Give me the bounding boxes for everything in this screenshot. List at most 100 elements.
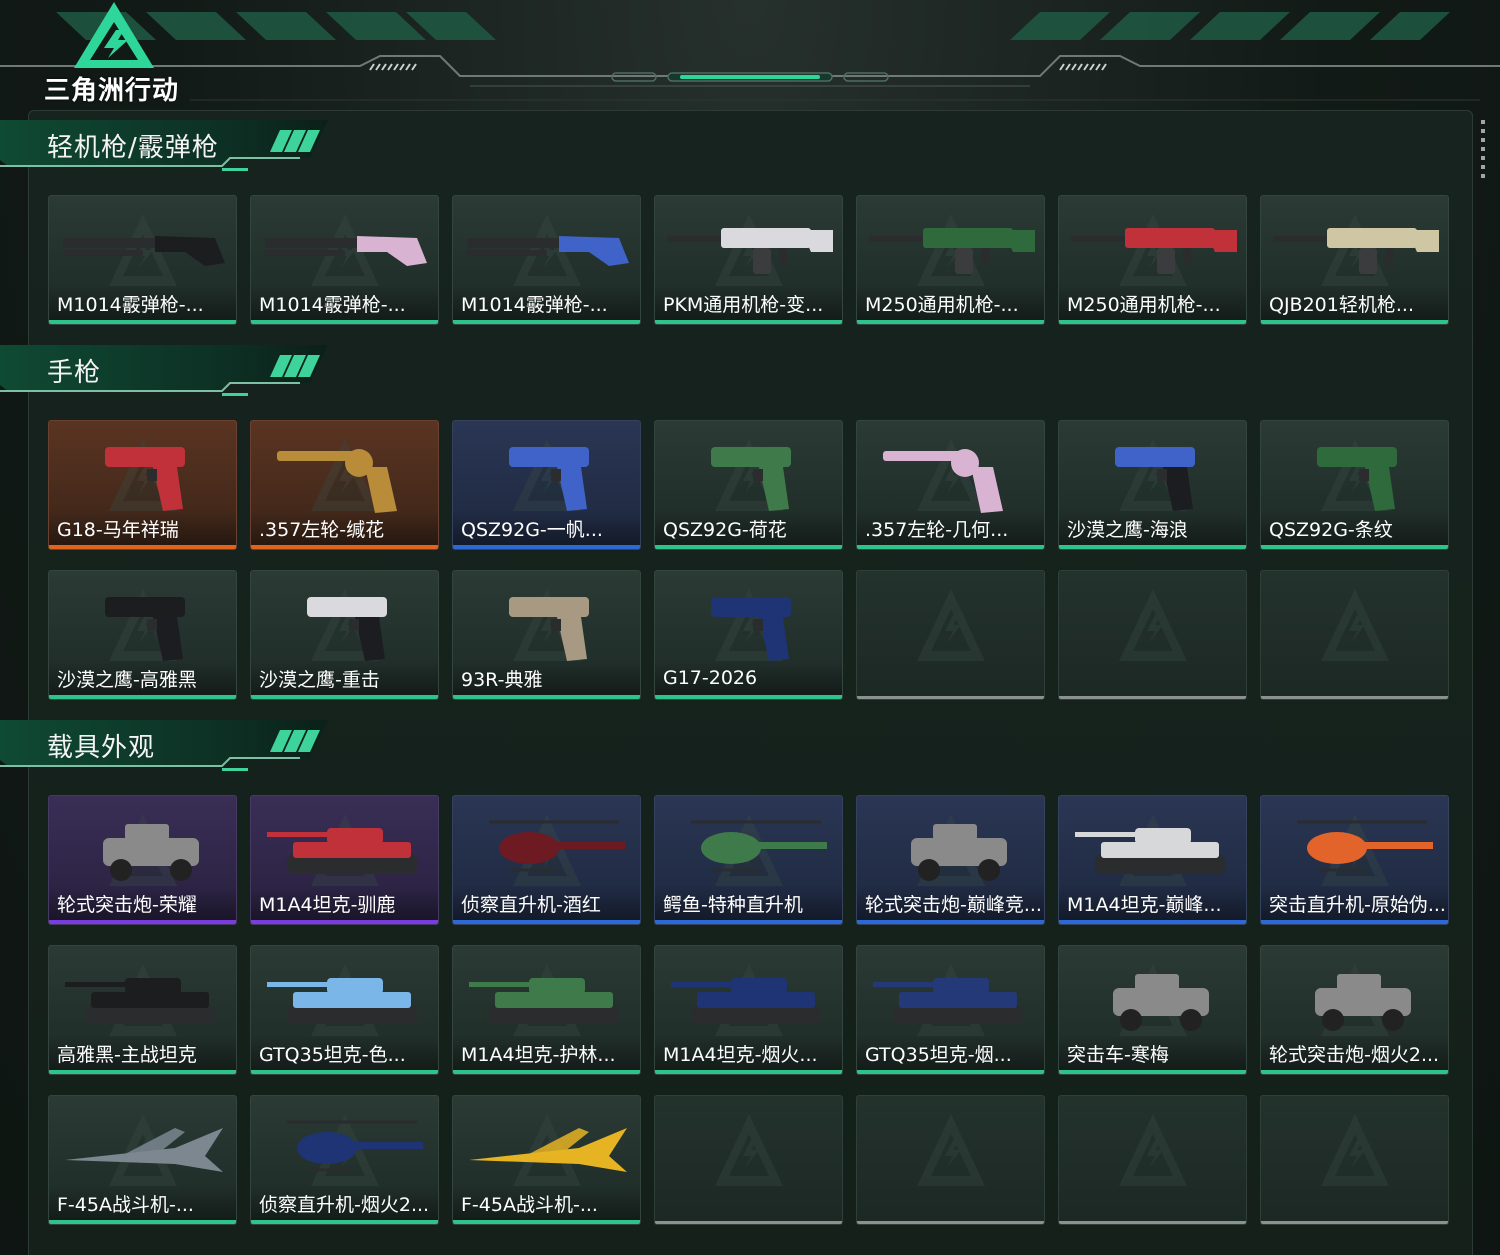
item-card[interactable]: GTQ35坦克-色... xyxy=(250,945,439,1075)
tank-red-icon xyxy=(267,828,417,874)
pistol-camo-icon xyxy=(711,447,791,511)
delta-watermark-icon xyxy=(1321,1114,1389,1186)
armored-car-white-icon xyxy=(1113,974,1209,1031)
deagle-blue-icon xyxy=(1115,447,1195,511)
item-card[interactable]: .357左轮-几何... xyxy=(856,420,1045,550)
rarity-bar xyxy=(1261,1221,1448,1224)
machinegun-white-icon xyxy=(667,228,833,274)
item-name: 93R-典雅 xyxy=(453,661,640,695)
item-name: 沙漠之鹰-海浪 xyxy=(1059,511,1246,545)
item-card[interactable]: 沙漠之鹰-海浪 xyxy=(1058,420,1247,550)
revolver-gold-icon xyxy=(277,449,397,513)
deagle-black-icon xyxy=(105,597,185,661)
delta-watermark-icon xyxy=(1321,589,1389,661)
item-card[interactable]: PKM通用机枪-变... xyxy=(654,195,843,325)
item-card[interactable]: M250通用机枪-... xyxy=(1058,195,1247,325)
rarity-bar xyxy=(251,920,438,924)
rarity-bar xyxy=(49,1070,236,1074)
armored-car-silver-icon xyxy=(103,824,199,881)
section-title: 载具外观 xyxy=(47,733,156,763)
tank-lightblue-icon xyxy=(267,978,417,1024)
item-name: QSZ92G-一帆... xyxy=(453,511,640,545)
item-card[interactable]: 沙漠之鹰-高雅黑 xyxy=(48,570,237,700)
item-name: 突击直升机-原始伪... xyxy=(1261,886,1448,920)
item-card[interactable]: 93R-典雅 xyxy=(452,570,641,700)
empty-slot xyxy=(1058,1095,1247,1225)
rarity-bar xyxy=(453,320,640,324)
rarity-bar xyxy=(857,696,1044,699)
item-card[interactable]: M1A4坦克-烟火... xyxy=(654,945,843,1075)
item-card[interactable]: 轮式突击炮-烟火2... xyxy=(1260,945,1449,1075)
rarity-bar xyxy=(1059,320,1246,324)
item-card[interactable]: 鳄鱼-特种直升机 xyxy=(654,795,843,925)
item-name: GTQ35坦克-色... xyxy=(251,1036,438,1070)
item-name: 沙漠之鹰-高雅黑 xyxy=(49,661,236,695)
item-name: F-45A战斗机-... xyxy=(49,1186,236,1220)
item-card[interactable]: 轮式突击炮-荣耀 xyxy=(48,795,237,925)
rarity-bar xyxy=(1261,696,1448,699)
rarity-bar xyxy=(1059,920,1246,924)
pistol-red-icon xyxy=(105,447,185,511)
item-name: M1A4坦克-烟火... xyxy=(655,1036,842,1070)
shotgun-black-icon xyxy=(63,236,225,266)
item-name: GTQ35坦克-烟... xyxy=(857,1036,1044,1070)
item-card[interactable]: GTQ35坦克-烟... xyxy=(856,945,1045,1075)
item-name: M1A4坦克-护林... xyxy=(453,1036,640,1070)
empty-slot xyxy=(1058,570,1247,700)
section-title: 轻机枪/霰弹枪 xyxy=(47,133,219,163)
item-name: G17-2026 xyxy=(655,661,842,695)
item-card[interactable]: 突击车-寒梅 xyxy=(1058,945,1247,1075)
rarity-bar xyxy=(453,920,640,924)
item-card[interactable]: QSZ92G-一帆... xyxy=(452,420,641,550)
item-card[interactable]: F-45A战斗机-... xyxy=(48,1095,237,1225)
item-card[interactable]: 侦察直升机-酒红 xyxy=(452,795,641,925)
item-card[interactable]: M1014霰弹枪-... xyxy=(250,195,439,325)
rarity-bar xyxy=(251,320,438,324)
rarity-bar xyxy=(49,320,236,324)
delta-watermark-icon xyxy=(1119,1114,1187,1186)
item-card[interactable]: M1A4坦克-护林... xyxy=(452,945,641,1075)
deagle-white-icon xyxy=(307,597,387,661)
item-card[interactable]: M1A4坦克-驯鹿 xyxy=(250,795,439,925)
pistol-blue-icon xyxy=(509,447,589,511)
item-card[interactable]: M250通用机枪-... xyxy=(856,195,1045,325)
delta-watermark-icon xyxy=(715,1114,783,1186)
rarity-bar xyxy=(251,1070,438,1074)
rarity-bar xyxy=(453,545,640,549)
item-name: QSZ92G-荷花 xyxy=(655,511,842,545)
rarity-bar xyxy=(1059,1221,1246,1224)
item-card[interactable]: 突击直升机-原始伪... xyxy=(1260,795,1449,925)
item-name: G18-马年祥瑞 xyxy=(49,511,236,545)
item-name: M250通用机枪-... xyxy=(1059,286,1246,320)
item-card[interactable]: QSZ92G-荷花 xyxy=(654,420,843,550)
item-name: M1014霰弹枪-... xyxy=(251,286,438,320)
armored-car-navy-icon xyxy=(1315,974,1411,1031)
item-card[interactable]: 侦察直升机-烟火2... xyxy=(250,1095,439,1225)
collection-screen: 三角洲行动 轻机枪/霰弹枪 M1014霰弹枪-... M1014霰弹枪-... … xyxy=(0,0,1500,1255)
rarity-bar xyxy=(857,320,1044,324)
item-card[interactable]: QJB201轻机枪... xyxy=(1260,195,1449,325)
item-card[interactable]: QSZ92G-条纹 xyxy=(1260,420,1449,550)
item-card[interactable]: 沙漠之鹰-重击 xyxy=(250,570,439,700)
helicopter-orange-icon xyxy=(1297,820,1433,872)
logo-text: 三角洲行动 xyxy=(44,76,180,106)
item-name: 突击车-寒梅 xyxy=(1059,1036,1246,1070)
pistol-navy-icon xyxy=(711,597,791,661)
item-name: 轮式突击炮-荣耀 xyxy=(49,886,236,920)
empty-slot xyxy=(856,1095,1045,1225)
item-card[interactable]: G17-2026 xyxy=(654,570,843,700)
item-card[interactable]: M1A4坦克-巅峰... xyxy=(1058,795,1247,925)
tank-navy-icon xyxy=(671,978,821,1024)
item-card[interactable]: .357左轮-缄花 xyxy=(250,420,439,550)
rarity-bar xyxy=(1059,1070,1246,1074)
item-card[interactable]: G18-马年祥瑞 xyxy=(48,420,237,550)
rarity-bar xyxy=(251,695,438,699)
rarity-bar xyxy=(655,695,842,699)
item-card[interactable]: F-45A战斗机-... xyxy=(452,1095,641,1225)
item-card[interactable]: 高雅黑-主战坦克 xyxy=(48,945,237,1075)
item-card[interactable]: M1014霰弹枪-... xyxy=(452,195,641,325)
item-card[interactable]: 轮式突击炮-巅峰竞... xyxy=(856,795,1045,925)
scroll-indicator[interactable] xyxy=(1481,120,1485,180)
item-card[interactable]: M1014霰弹枪-... xyxy=(48,195,237,325)
rarity-bar xyxy=(251,1220,438,1224)
